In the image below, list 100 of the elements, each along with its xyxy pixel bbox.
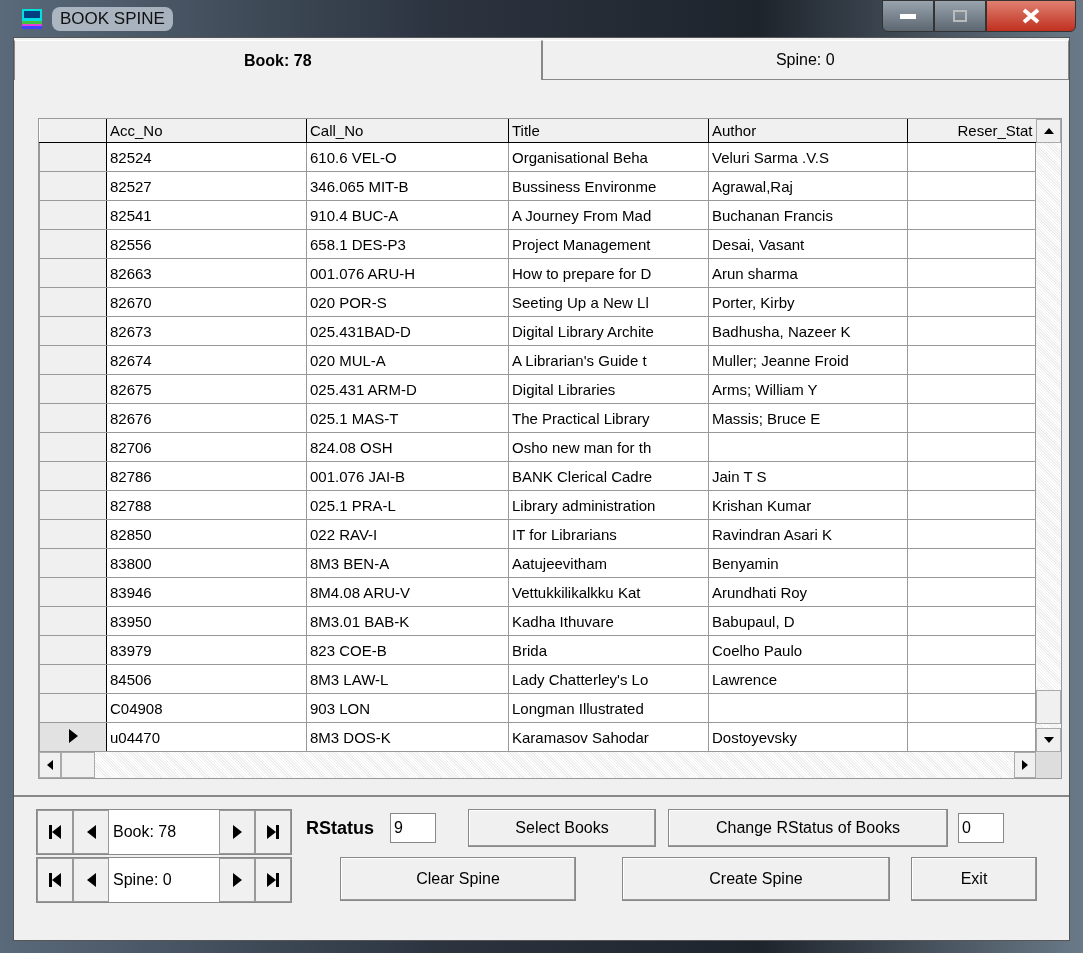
table-cell: 346.065 MIT-B [306, 171, 509, 201]
table-cell: 025.431 ARM-D [306, 374, 509, 404]
table-cell: 82786 [106, 461, 307, 491]
table-cell: 82524 [106, 142, 307, 172]
table-cell: A Librarian's Guide t [508, 345, 709, 375]
table-cell: 83979 [106, 635, 307, 665]
table-cell: 82675 [106, 374, 307, 404]
maximize-icon [953, 10, 967, 22]
action-button[interactable]: Clear Spine [340, 857, 576, 901]
table-cell: 022 RAV-I [306, 519, 509, 549]
table-cell: 025.1 MAS-T [306, 403, 509, 433]
table-cell: Badhusha, Nazeer K [708, 316, 908, 346]
vertical-scrollbar[interactable] [1036, 119, 1061, 752]
scroll-thumb[interactable] [1036, 690, 1061, 724]
table-cell: Krishan Kumar [708, 490, 908, 520]
previous-record-button[interactable] [73, 858, 109, 902]
skip-to-start-icon [49, 873, 61, 887]
table-cell: Vettukkilikalkku Kat [508, 577, 709, 607]
table-cell: Lady Chatterley's Lo [508, 664, 709, 694]
table-cell: Arundhati Roy [708, 577, 908, 607]
table-cell: 82541 [106, 200, 307, 230]
maximize-button[interactable] [934, 0, 986, 32]
column-header[interactable]: Call_No [306, 119, 509, 143]
table-cell: BANK Clerical Cadre [508, 461, 709, 491]
next-record-button[interactable] [219, 810, 255, 854]
table-cell: Babupaul, D [708, 606, 908, 636]
table-cell: 903 LON [306, 693, 509, 723]
table-cell: 8M3 BEN-A [306, 548, 509, 578]
first-record-button[interactable] [37, 858, 73, 902]
table-cell: Jain T S [708, 461, 908, 491]
scroll-up-button[interactable] [1036, 119, 1061, 143]
table-cell: 001.076 JAI-B [306, 461, 509, 491]
table-cell: Longman Illustrated [508, 693, 709, 723]
row-indicator[interactable] [39, 142, 107, 172]
skip-to-start-icon [49, 825, 61, 839]
column-header[interactable]: Acc_No [106, 119, 307, 143]
table-cell: 001.076 ARU-H [306, 258, 509, 288]
count-field[interactable]: 0 [958, 813, 1004, 843]
close-icon [1022, 8, 1040, 24]
first-record-button[interactable] [37, 810, 73, 854]
table-cell: u04470 [106, 722, 307, 752]
close-button[interactable] [986, 0, 1076, 32]
column-header[interactable]: Title [508, 119, 709, 143]
app-icon [22, 8, 42, 29]
table-cell: Library administration [508, 490, 709, 520]
minimize-button[interactable] [882, 0, 934, 32]
scroll-down-button[interactable] [1036, 728, 1061, 752]
table-cell: Porter, Kirby [708, 287, 908, 317]
scroll-left-button[interactable] [39, 752, 61, 778]
rstatus-field[interactable]: 9 [390, 813, 436, 843]
column-header[interactable]: Author [708, 119, 908, 143]
left-triangle-icon [86, 825, 96, 839]
table-cell: 83946 [106, 577, 307, 607]
tab[interactable]: Book: 78 [14, 40, 542, 80]
table-cell: Muller; Jeanne Froid [708, 345, 908, 375]
scroll-right-button[interactable] [1014, 752, 1036, 778]
table-cell: 8M3 DOS-K [306, 722, 509, 752]
table-cell: Veluri Sarma .V.S [708, 142, 908, 172]
table-cell: Brida [508, 635, 709, 665]
table-cell: 84506 [106, 664, 307, 694]
previous-record-button[interactable] [73, 810, 109, 854]
column-header[interactable]: Reser_Stat [907, 119, 1036, 143]
table-cell: 82663 [106, 258, 307, 288]
table-cell: Osho new man for th [508, 432, 709, 462]
table-cell: Seeting Up a New Ll [508, 287, 709, 317]
table-cell: 910.4 BUC-A [306, 200, 509, 230]
table-cell: How to prepare for D [508, 258, 709, 288]
action-button[interactable]: Create Spine [622, 857, 890, 901]
row-indicator[interactable] [39, 722, 107, 752]
table-cell: 025.1 PRA-L [306, 490, 509, 520]
table-cell: Agrawal,Raj [708, 171, 908, 201]
horizontal-scrollbar[interactable] [39, 752, 1036, 778]
table-cell: 83800 [106, 548, 307, 578]
table-cell: Digital Libraries [508, 374, 709, 404]
table-cell: 8M3 LAW-L [306, 664, 509, 694]
table-cell: Ravindran Asari K [708, 519, 908, 549]
table-cell: 8M3.01 BAB-K [306, 606, 509, 636]
minimize-icon [900, 13, 916, 19]
select-books-button[interactable]: Select Books [468, 809, 656, 847]
table-cell: 83950 [106, 606, 307, 636]
scrollbar-corner [1036, 752, 1061, 778]
table-cell: IT for Librarians [508, 519, 709, 549]
scroll-down-icon [1043, 737, 1054, 743]
tab[interactable]: Spine: 0 [541, 40, 1069, 80]
table-cell: C04908 [106, 693, 307, 723]
record-caption: Spine: 0 [112, 870, 173, 890]
table-cell: Digital Library Archite [508, 316, 709, 346]
last-record-button[interactable] [255, 858, 291, 902]
record-caption: Book: 78 [112, 822, 178, 842]
current-row-icon [68, 728, 78, 743]
table-cell: Kadha Ithuvare [508, 606, 709, 636]
next-record-button[interactable] [219, 858, 255, 902]
table-cell: 020 MUL-A [306, 345, 509, 375]
table-cell: 824.08 OSH [306, 432, 509, 462]
change-rstatus-button[interactable]: Change RStatus of Books [668, 809, 948, 847]
scroll-thumb[interactable] [61, 752, 95, 778]
last-record-button[interactable] [255, 810, 291, 854]
table-cell: 82674 [106, 345, 307, 375]
right-triangle-icon [232, 873, 242, 887]
action-button[interactable]: Exit [911, 857, 1037, 901]
